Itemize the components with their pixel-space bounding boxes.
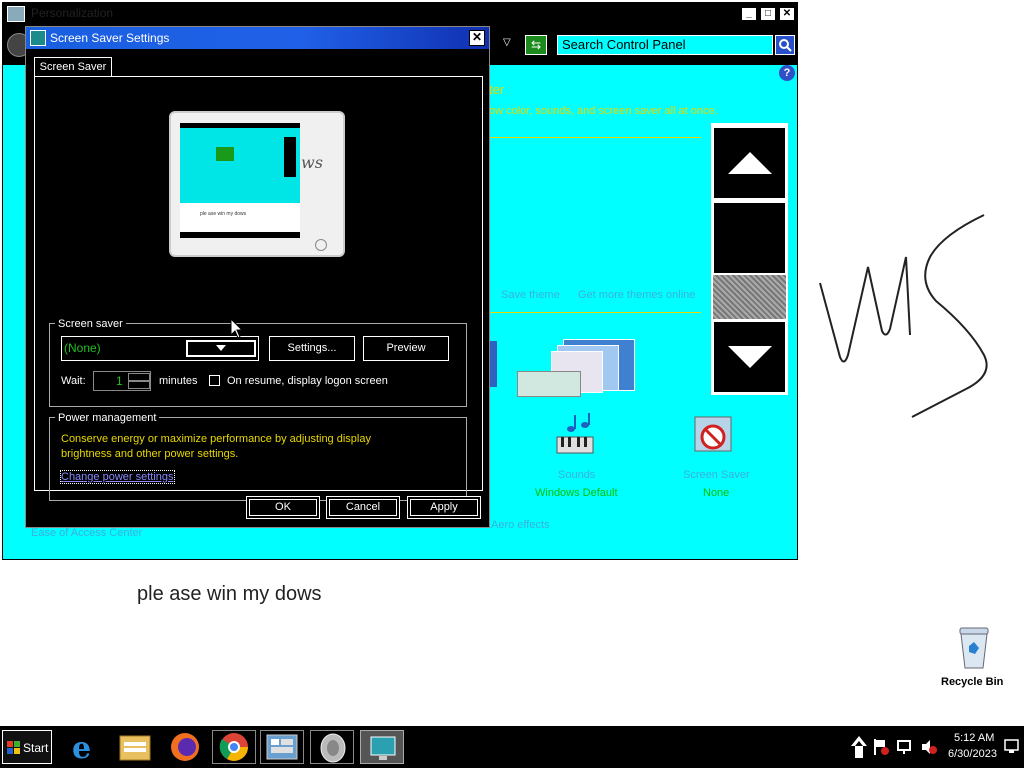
power-description-line2: brightness and other power settings. (61, 448, 239, 460)
wait-label: Wait: (61, 375, 86, 387)
page-description: ow color, sounds, and screen saver all a… (489, 105, 718, 117)
apply-button[interactable]: Apply (407, 496, 481, 519)
screen-saver-group-label: Screen saver (55, 318, 126, 330)
wait-value: 1 (116, 374, 123, 388)
preview-screen: ple ase win my dows (180, 123, 300, 238)
personalization-taskbar-icon[interactable] (360, 730, 404, 764)
save-theme-link[interactable]: Save theme (501, 289, 560, 301)
clock-date[interactable]: 6/30/2023 (948, 748, 997, 760)
power-description-line1: Conserve energy or maximize performance … (61, 433, 371, 445)
wait-minutes-stepper[interactable]: 1 (93, 371, 151, 391)
preview-ws-scribble: ws (301, 153, 323, 172)
logon-screen-label: On resume, display logon screen (227, 375, 388, 387)
screen-saver-value: None (703, 487, 730, 499)
refresh-button[interactable]: ⇆ (525, 35, 547, 55)
file-explorer-icon[interactable] (114, 730, 158, 764)
network-icon[interactable] (896, 738, 914, 756)
chevron-down-icon[interactable]: ▽ (503, 37, 511, 48)
preview-button[interactable]: Preview (363, 336, 449, 361)
ok-button-label: OK (275, 501, 291, 513)
sounds-value: Windows Default (535, 487, 618, 499)
divider (489, 137, 701, 138)
settings-button[interactable]: Settings... (269, 336, 355, 361)
search-button[interactable] (775, 35, 795, 55)
theme-thumbnail[interactable] (517, 371, 581, 397)
firefox-icon[interactable] (164, 730, 208, 764)
show-hidden-icons-button[interactable] (850, 730, 868, 762)
logon-screen-checkbox[interactable] (209, 375, 220, 386)
get-more-themes-link[interactable]: Get more themes online (578, 289, 695, 301)
music-notes-icon[interactable] (551, 411, 599, 459)
windows-logo-icon (7, 741, 20, 754)
screen-saver-link[interactable]: Screen Saver (683, 469, 750, 481)
preview-text: ple ase win my dows (200, 211, 247, 217)
power-management-label: Power management (55, 412, 160, 424)
window-title: Personalization (31, 6, 114, 20)
scroll-thumb[interactable] (713, 275, 786, 319)
control-panel-icon[interactable] (260, 730, 304, 764)
scroll-track[interactable] (713, 202, 786, 274)
stepper-down-button[interactable] (128, 381, 150, 389)
clock-time[interactable]: 5:12 AM (954, 732, 994, 744)
preview-button-label: Preview (386, 342, 426, 354)
desktop-handwritten-text: ple ase win my dows (137, 583, 322, 605)
monitor-preview: ple ase win my dows ws (169, 111, 345, 257)
action-center-flag-icon[interactable] (872, 738, 890, 756)
change-power-settings-link[interactable]: Change power settings (60, 470, 175, 484)
monitor-icon (30, 30, 46, 46)
cancel-button[interactable]: Cancel (326, 496, 400, 519)
ease-of-access-link[interactable]: Ease of Access Center (31, 527, 142, 539)
speaker-icon[interactable] (310, 730, 354, 764)
page-heading-fragment: ter (489, 82, 505, 97)
show-desktop-icon[interactable] (1004, 738, 1020, 754)
internet-explorer-icon[interactable]: e (64, 730, 108, 766)
minimize-button[interactable]: _ (741, 7, 757, 21)
theme-thumbnail[interactable] (489, 341, 497, 387)
dialog-close-button[interactable]: ✕ (469, 30, 485, 46)
window-title-bar[interactable]: Personalization _ □ ✕ (3, 3, 797, 25)
settings-button-label: Settings... (287, 342, 337, 354)
dialog-title-bar[interactable]: Screen Saver Settings ✕ (26, 27, 489, 49)
start-label: Start (23, 741, 49, 755)
apply-button-label: Apply (430, 501, 458, 513)
theme-scrollbar[interactable] (711, 123, 788, 395)
recycle-bin-label: Recycle Bin (941, 676, 1004, 688)
handwritten-ws-drawing (819, 214, 988, 418)
tab-screen-saver[interactable]: Screen Saver (34, 57, 112, 77)
scroll-up-button[interactable] (713, 127, 786, 199)
help-button[interactable]: ? (779, 65, 795, 81)
tab-panel: ple ase win my dows ws Screen saver (Non… (34, 76, 483, 501)
aero-effects-link[interactable]: Aero effects (491, 519, 550, 531)
maximize-button[interactable]: □ (760, 7, 776, 21)
scroll-down-button[interactable] (713, 321, 786, 393)
chrome-icon[interactable] (212, 730, 256, 764)
ok-button[interactable]: OK (246, 496, 320, 519)
cancel-button-label: Cancel (345, 501, 381, 513)
close-button[interactable]: ✕ (779, 7, 795, 21)
search-input[interactable]: Search Control Panel (557, 35, 773, 55)
mouse-cursor-icon (230, 318, 244, 339)
screen-saver-settings-dialog: Screen Saver Settings ✕ Screen Saver ple… (25, 26, 490, 528)
dialog-title: Screen Saver Settings (50, 31, 170, 45)
volume-muted-icon[interactable] (920, 738, 938, 756)
search-icon (779, 39, 792, 52)
minutes-label: minutes (159, 375, 198, 387)
start-button[interactable]: Start (2, 730, 52, 764)
recycle-bin-icon[interactable] (952, 624, 996, 672)
taskbar: Start e 5:12 AM 6/30/2023 (0, 726, 1024, 768)
svg-text:e: e (72, 731, 91, 764)
screen-saver-icon[interactable] (691, 413, 735, 459)
dropdown-arrow-button[interactable] (186, 340, 256, 357)
divider (489, 312, 701, 313)
sounds-link[interactable]: Sounds (558, 469, 595, 481)
selected-screen-saver: (None) (64, 341, 101, 355)
stepper-up-button[interactable] (128, 373, 150, 381)
control-panel-icon (7, 6, 25, 22)
power-button-icon (315, 239, 327, 251)
